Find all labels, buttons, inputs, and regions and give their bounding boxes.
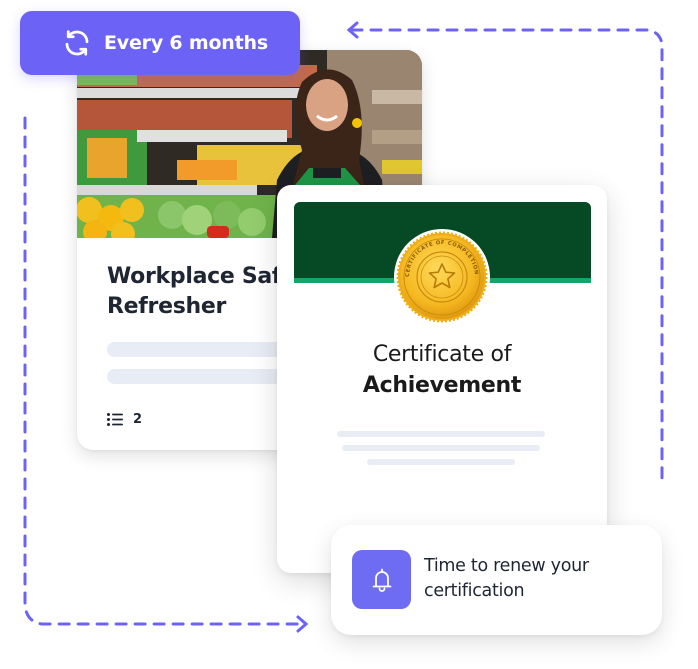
- certificate-placeholder-line: [342, 445, 540, 451]
- lesson-count: 2: [133, 412, 143, 427]
- certificate-placeholder-line: [367, 459, 515, 465]
- renewal-notification[interactable]: Time to renew your certification: [331, 525, 662, 635]
- certificate-title-line2: Achievement: [362, 373, 522, 398]
- notification-icon-tile: [352, 550, 411, 609]
- arrowhead-right-icon: [296, 615, 309, 633]
- frequency-badge: Every 6 months: [20, 11, 300, 75]
- certificate-seal-icon: CERTIFICATE OF COMPLETION: [394, 229, 490, 325]
- list-icon: [107, 413, 123, 426]
- certificate-card[interactable]: CERTIFICATE OF COMPLETION Certificate of…: [277, 185, 607, 573]
- bell-icon: [372, 568, 391, 592]
- notification-message: Time to renew your certification: [424, 556, 589, 601]
- refresh-icon: [65, 30, 89, 56]
- frequency-label: Every 6 months: [104, 32, 268, 54]
- certificate-title-line1: Certificate of: [372, 342, 512, 367]
- certificate-placeholder-line: [337, 431, 545, 437]
- lesson-count-meta: 2: [107, 412, 142, 427]
